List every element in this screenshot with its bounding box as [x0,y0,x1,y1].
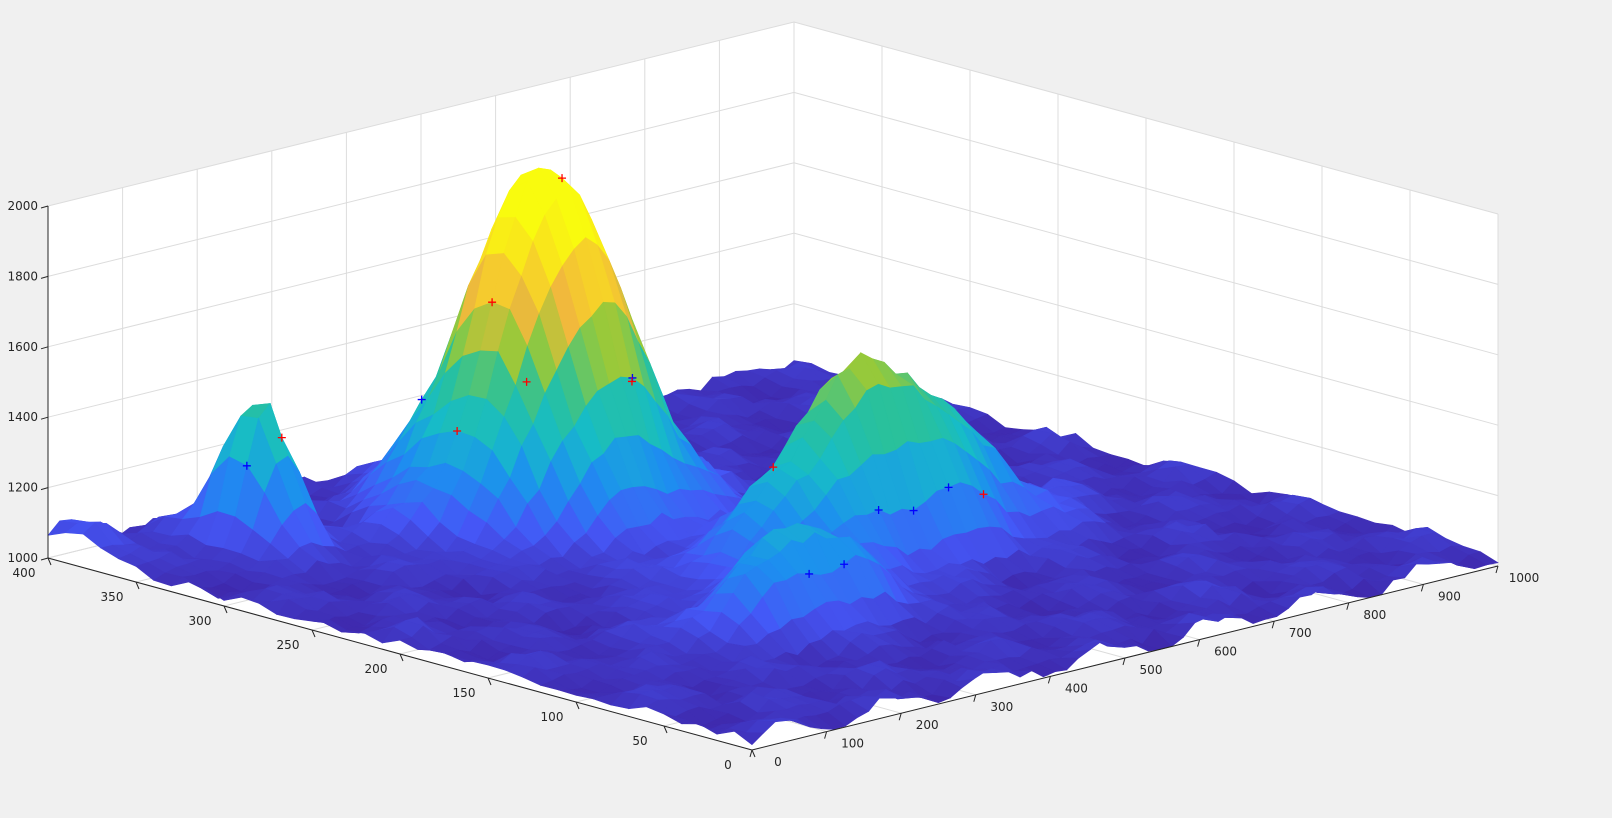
z-axis-ticks: 1000 1200 1400 1600 1800 2000 [7,199,49,565]
z-tick-label: 2000 [7,199,38,213]
x-tick-label: 700 [1289,626,1312,640]
x-tick-mark [1346,602,1350,610]
x-tick-label: 1000 [1509,571,1540,585]
z-tick-label: 1000 [7,551,38,565]
z-tick-label: 1200 [7,481,38,495]
x-tick-label: 400 [1065,681,1088,695]
y-tick-label: 150 [453,686,476,700]
z-tick-mark [40,557,49,561]
y-tick-label: 0 [724,758,732,772]
x-tick-label: 800 [1363,608,1386,622]
x-tick-mark [898,713,902,721]
surface-plot[interactable]: 0 100 200 300 400 500 600 700 800 900 1000 0 50 100 1… [0,0,1612,814]
z-tick-label: 1400 [7,410,38,424]
z-tick-mark [40,487,49,491]
x-tick-mark [824,731,828,739]
x-tick-mark [973,694,977,702]
y-tick-label: 200 [365,662,388,676]
x-tick-mark [749,749,753,758]
x-tick-mark [1495,565,1499,574]
y-tick-mark [751,749,756,758]
z-tick-mark [40,346,49,350]
x-tick-mark [1271,621,1275,629]
x-tick-mark [1197,639,1201,647]
y-tick-label: 50 [632,734,647,748]
figure-window: 0 100 200 300 400 500 600 700 800 900 1000 0 50 100 1… [0,0,1612,814]
y-tick-label: 250 [277,638,300,652]
x-tick-label: 100 [841,737,864,751]
z-tick-label: 1600 [7,340,38,354]
x-tick-label: 0 [774,755,782,769]
z-tick-mark [40,205,49,209]
z-tick-label: 1800 [7,269,38,283]
y-tick-label: 350 [101,590,124,604]
z-tick-mark [40,416,49,420]
x-tick-label: 500 [1140,663,1163,677]
x-tick-mark [1047,676,1051,684]
y-tick-label: 100 [541,710,564,724]
x-tick-label: 900 [1438,589,1461,603]
x-tick-mark [1122,657,1126,666]
y-tick-label: 300 [189,614,212,628]
z-tick-mark [40,275,49,279]
x-tick-mark [1420,584,1424,592]
x-tick-label: 600 [1214,645,1237,659]
y-tick-label: 400 [13,566,36,580]
x-tick-label: 200 [916,718,939,732]
x-tick-label: 300 [990,700,1013,714]
